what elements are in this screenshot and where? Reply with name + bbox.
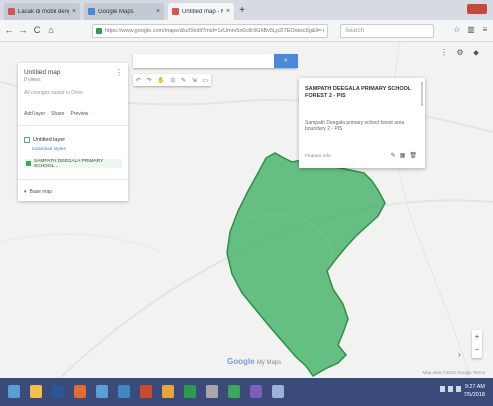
base-map-row[interactable]: ▾ Base map [24,189,52,195]
preview-button[interactable]: Preview [70,111,88,117]
more-vert-icon[interactable]: ⋮ [439,48,449,58]
save-status: All changes saved in Drive [24,90,83,96]
media-icon[interactable] [140,385,152,398]
redo-icon[interactable]: ↷ [147,77,152,84]
start-icon[interactable] [8,385,20,398]
base-map-label: Base map [29,189,53,195]
add-layer-button[interactable]: Add layer [24,111,45,117]
draw-line-icon[interactable]: ✎ [181,77,186,84]
firefox-icon[interactable] [74,385,86,398]
hand-icon[interactable]: ✋ [157,77,164,84]
delete-icon[interactable]: 🗑 [409,152,417,159]
feature-actions: ✎ ▦ 🗑 [391,152,417,159]
notes-icon[interactable] [250,385,262,398]
share-button[interactable]: Share [51,111,64,117]
excel-icon[interactable] [184,385,196,398]
style-icon[interactable]: ▦ [400,152,406,159]
feature-description: Sampath Deegala primary school forest ar… [305,120,405,132]
map-search-input[interactable] [133,54,297,68]
google-watermark: Google My Maps [227,357,281,366]
layer-feature-item[interactable]: SAMPATH DEEGALA PRIMARY SCHOOL... [24,158,122,169]
zoom-in-button[interactable]: + [472,330,482,343]
map-attribution: Map data ©2018 Google Terms [422,370,485,375]
expand-icon: ▾ [24,189,27,195]
clock[interactable]: 9:27 AM 7/5/2018 [464,383,485,399]
explorer-icon[interactable] [30,385,42,398]
chrome-icon[interactable] [118,385,130,398]
map-layers-icon[interactable]: ⬥ [471,48,481,58]
map-toolbar: ↶ ↷ ✋ ⊙ ✎ ⇲ ▭ [133,74,211,86]
feature-label: SAMPATH DEEGALA PRIMARY SCHOOL... [34,158,104,169]
feature-title: SAMPATH DEEGALA PRIMARY SCHOOL FOREST 2 … [305,86,412,99]
layer-header[interactable]: Untitled layer [24,137,65,143]
my-maps-label: My Maps [256,360,282,366]
feature-footer: Feature info [305,154,331,159]
system-tray-icons[interactable] [440,386,461,392]
feature-info-card: SAMPATH DEEGALA PRIMARY SCHOOL FOREST 2 … [299,78,425,168]
divider [18,179,128,180]
map-panel: Untitled map 0 views All changes saved i… [18,63,128,201]
store-icon[interactable] [162,385,174,398]
map-search-button[interactable]: ⌕ [274,54,298,68]
divider [18,125,128,126]
individual-styles-link[interactable]: Individual styles [32,147,66,152]
clock-date: 7/5/2018 [463,392,485,398]
word-icon[interactable] [52,385,64,398]
layer-name: Untitled layer [33,137,66,143]
map-views: 0 views [24,77,41,83]
directions-icon[interactable]: ⇲ [192,77,197,84]
forest-boundary-polygon[interactable] [226,152,386,377]
measure-icon[interactable]: ▭ [202,77,208,84]
zoom-control: + − [472,330,482,358]
scrollbar[interactable] [421,82,423,106]
layer-checkbox[interactable] [24,137,30,143]
chevron-right-icon[interactable]: › [458,350,468,360]
taskbar: 9:27 AM 7/5/2018 [0,378,493,406]
clock-time: 9:27 AM [464,384,485,390]
files-icon[interactable] [96,385,108,398]
polygon-swatch-icon [26,161,31,166]
more-options-icon[interactable]: ⋮ [115,68,123,77]
settings-app-icon[interactable] [206,385,218,398]
map-title[interactable]: Untitled map [24,69,61,76]
edit-icon[interactable]: ✎ [391,152,396,159]
panel-actions: Add layer Share Preview [24,111,88,117]
google-logo: Google [227,357,255,366]
paint-icon[interactable] [272,385,284,398]
marker-icon[interactable]: ⊙ [170,77,175,84]
zoom-out-button[interactable]: − [472,343,482,356]
undo-icon[interactable]: ↶ [136,77,141,84]
settings-icon[interactable]: ⚙ [455,48,465,58]
photos-icon[interactable] [228,385,240,398]
